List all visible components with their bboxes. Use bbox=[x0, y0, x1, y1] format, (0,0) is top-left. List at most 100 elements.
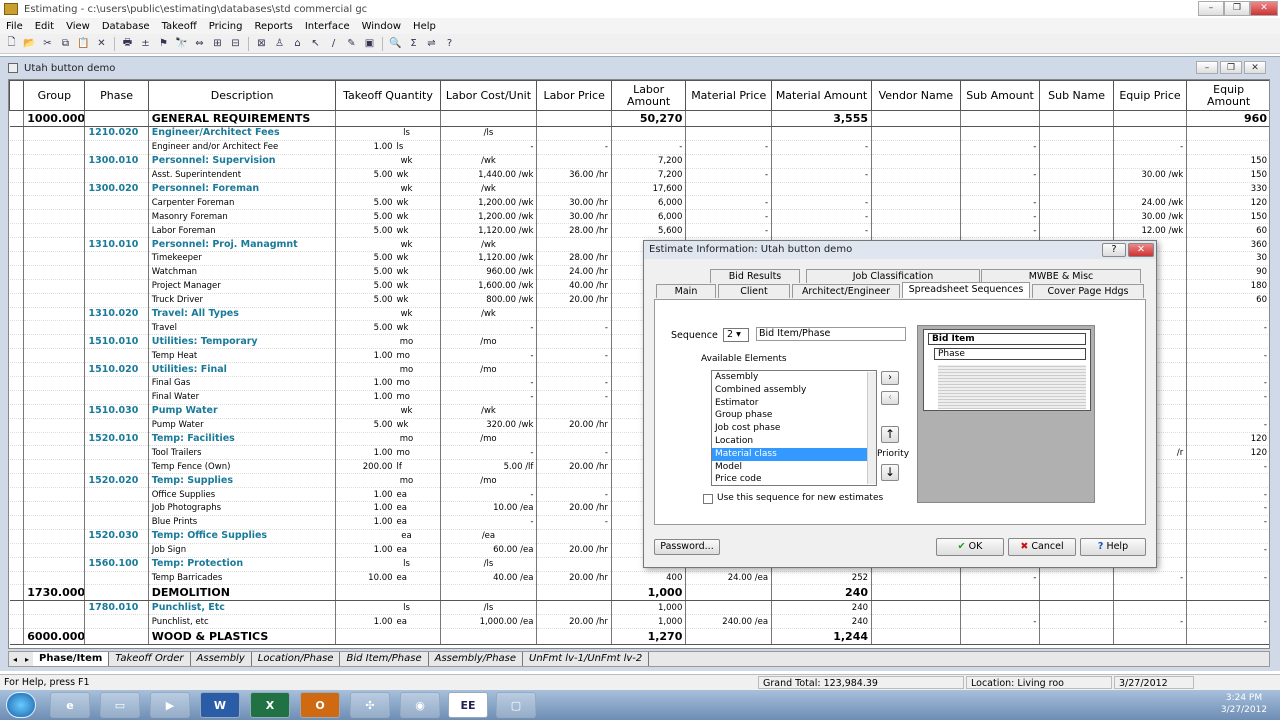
column-header[interactable]: Material Amount bbox=[771, 80, 873, 111]
cell-q[interactable]: wk bbox=[335, 307, 441, 322]
cell-lp[interactable] bbox=[536, 182, 612, 197]
cell-ds[interactable]: Pump Water bbox=[148, 418, 337, 433]
cell-ph[interactable] bbox=[84, 110, 149, 127]
cell-ea[interactable]: - bbox=[1186, 543, 1269, 558]
cell-q[interactable]: mo bbox=[335, 362, 441, 378]
cell-ep[interactable] bbox=[1113, 126, 1188, 141]
cell-ea[interactable] bbox=[1186, 126, 1269, 141]
cell-mp[interactable] bbox=[685, 600, 773, 616]
menu-reports[interactable]: Reports bbox=[248, 21, 298, 32]
row-selector[interactable] bbox=[9, 334, 25, 350]
cell-la[interactable]: 1,000 bbox=[611, 614, 687, 630]
cell-ds[interactable]: Engineer/Architect Fees bbox=[148, 126, 337, 141]
menu-pricing[interactable]: Pricing bbox=[203, 21, 249, 32]
toolbar-button-icon[interactable]: ▣ bbox=[362, 36, 377, 51]
row-selector[interactable] bbox=[9, 473, 25, 489]
cell-ph[interactable] bbox=[84, 628, 149, 646]
sheet-tab[interactable]: Phase/Item bbox=[33, 652, 110, 666]
cell-lc[interactable]: 1,120.00 /wk bbox=[440, 223, 538, 239]
dialog-tab[interactable]: MWBE & Misc bbox=[981, 269, 1141, 283]
row-selector[interactable] bbox=[9, 432, 25, 447]
list-scrollbar[interactable] bbox=[867, 372, 876, 484]
cell-sa[interactable]: - bbox=[960, 168, 1041, 183]
cell-lc[interactable]: 60.00 /ea bbox=[440, 543, 538, 558]
cell-q[interactable]: ls bbox=[335, 557, 441, 572]
toolbar-button-icon[interactable]: ⊠ bbox=[254, 36, 269, 51]
cell-ea[interactable] bbox=[1186, 334, 1269, 350]
cell-la[interactable]: - bbox=[611, 140, 687, 155]
cell-q[interactable]: 5.00 wk bbox=[335, 195, 441, 211]
cell-ep[interactable] bbox=[1113, 600, 1188, 616]
toolbar-button-icon[interactable]: 🔍 bbox=[388, 36, 403, 51]
sheet-tab[interactable]: Bid Item/Phase bbox=[340, 652, 429, 666]
list-item[interactable]: Estimator bbox=[712, 397, 876, 410]
cell-grp[interactable] bbox=[23, 334, 86, 350]
column-header[interactable]: Phase bbox=[84, 80, 149, 111]
list-item[interactable]: Assembly bbox=[712, 371, 876, 384]
cell-lp[interactable] bbox=[536, 154, 612, 169]
cell-ea[interactable] bbox=[1186, 473, 1269, 489]
cell-ds[interactable]: Travel: All Types bbox=[148, 307, 337, 322]
cell-grp[interactable]: 1000.000 bbox=[23, 110, 86, 127]
cell-ph[interactable] bbox=[84, 265, 149, 280]
cell-q[interactable]: mo bbox=[335, 432, 441, 447]
cell-lc[interactable]: /ls bbox=[440, 600, 538, 616]
sheet-tab[interactable]: Location/Phase bbox=[252, 652, 341, 666]
cell-sn[interactable] bbox=[1039, 195, 1114, 211]
doc-restore-button[interactable]: ❐ bbox=[1220, 61, 1242, 74]
cell-ph[interactable] bbox=[84, 348, 149, 364]
row-selector[interactable] bbox=[9, 600, 25, 616]
cell-la[interactable]: 7,200 bbox=[611, 168, 687, 183]
cell-ma[interactable]: - bbox=[771, 223, 873, 239]
cell-q[interactable] bbox=[335, 628, 441, 646]
cell-ph[interactable]: 1310.010 bbox=[84, 237, 149, 253]
cell-ds[interactable]: Punchlist, etc bbox=[148, 614, 337, 630]
cell-q[interactable]: 1.00 mo bbox=[335, 390, 441, 405]
cell-ds[interactable]: GENERAL REQUIREMENTS bbox=[148, 110, 337, 127]
cell-grp[interactable] bbox=[23, 614, 86, 630]
table-row[interactable]: 1000.000 GENERAL REQUIREMENTS 50,270 3,555 9… bbox=[9, 110, 1269, 127]
cell-lc[interactable]: - bbox=[440, 140, 538, 155]
row-selector[interactable] bbox=[9, 445, 25, 461]
password-button[interactable]: Password... bbox=[654, 539, 720, 555]
priority-up-button[interactable]: ↑ bbox=[881, 426, 899, 443]
cell-lp[interactable] bbox=[536, 237, 612, 253]
dialog-tab[interactable]: Cover Page Hdgs bbox=[1032, 284, 1144, 298]
cell-vn[interactable] bbox=[871, 223, 961, 239]
cell-lp[interactable]: 20.00 /hr bbox=[536, 614, 612, 630]
table-row[interactable]: Temp Barricades 10.00 ea 40.00 /ea 20.00 /hr… bbox=[9, 571, 1269, 586]
cell-ea[interactable]: 120 bbox=[1186, 195, 1269, 211]
cell-lp[interactable]: 20.00 /hr bbox=[536, 501, 612, 516]
cell-ph[interactable] bbox=[84, 293, 149, 308]
cell-lc[interactable]: - bbox=[440, 320, 538, 336]
cell-sn[interactable] bbox=[1039, 110, 1114, 127]
sheet-tab[interactable]: Takeoff Order bbox=[109, 652, 191, 666]
cell-lc[interactable]: 10.00 /ea bbox=[440, 501, 538, 516]
dialog-tab[interactable]: Main bbox=[656, 284, 716, 298]
cell-lp[interactable] bbox=[536, 600, 612, 616]
cell-q[interactable]: wk bbox=[335, 237, 441, 253]
cell-ds[interactable]: Job Sign bbox=[148, 543, 337, 558]
cell-lc[interactable]: /mo bbox=[440, 334, 538, 350]
cell-grp[interactable] bbox=[23, 140, 86, 155]
sequence-name-input[interactable]: Bid Item/Phase bbox=[756, 327, 906, 341]
cell-q[interactable]: 1.00 ls bbox=[335, 140, 441, 155]
cell-ph[interactable] bbox=[84, 320, 149, 336]
column-header[interactable]: Labor Amount bbox=[610, 80, 687, 111]
dialog-tab[interactable]: Bid Results bbox=[710, 269, 800, 283]
cell-mp[interactable]: - bbox=[685, 209, 773, 225]
available-elements-list[interactable]: Assembly Combined assembly Estimator Group … bbox=[711, 370, 877, 486]
cell-lc[interactable] bbox=[440, 628, 538, 646]
row-selector[interactable] bbox=[9, 279, 25, 294]
cell-ea[interactable]: 960 bbox=[1186, 110, 1269, 127]
cell-sn[interactable] bbox=[1039, 126, 1114, 141]
cell-lp[interactable]: 40.00 /hr bbox=[536, 279, 612, 294]
cell-grp[interactable] bbox=[23, 195, 86, 211]
toolbar-button-icon[interactable]: ± bbox=[138, 36, 153, 51]
cell-ea[interactable] bbox=[1186, 362, 1269, 378]
toolbar-button-icon[interactable]: 🗋 bbox=[4, 36, 19, 51]
cell-ea[interactable]: 150 bbox=[1186, 209, 1269, 225]
cell-lc[interactable]: 1,200.00 /wk bbox=[440, 209, 538, 225]
cell-ph[interactable] bbox=[84, 390, 149, 405]
row-selector[interactable] bbox=[9, 362, 25, 378]
